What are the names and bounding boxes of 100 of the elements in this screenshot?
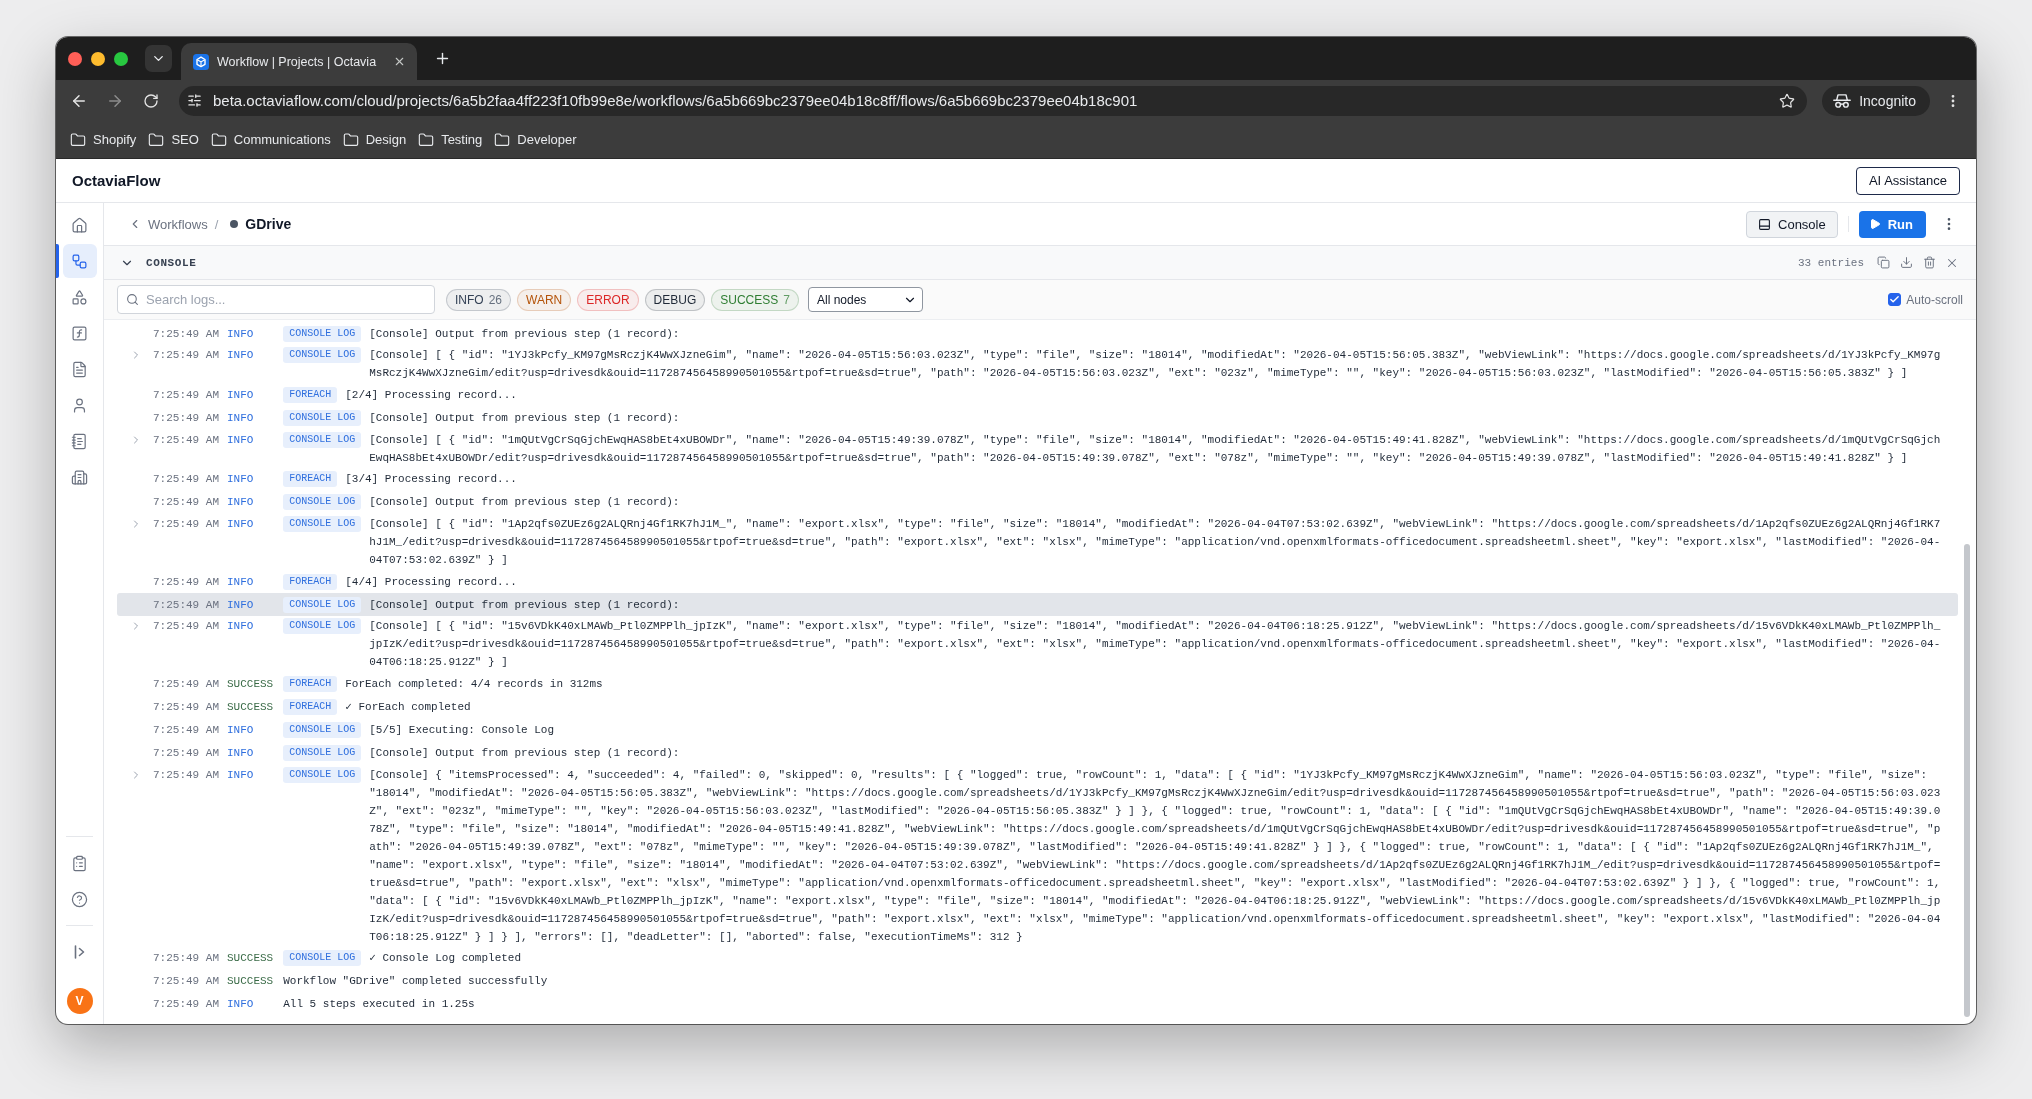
log-time: 7:25:49 AM bbox=[153, 997, 219, 1013]
browser-tab[interactable]: Workflow | Projects | Octavia bbox=[181, 43, 417, 80]
log-message: ✓ ForEach completed bbox=[345, 700, 472, 715]
log-time: 7:25:49 AM bbox=[153, 495, 219, 511]
bookmark-folder[interactable]: Developer bbox=[488, 125, 583, 154]
check-icon bbox=[1889, 294, 1901, 305]
node-tag: CONSOLE LOG bbox=[283, 494, 362, 511]
tab-search-button[interactable] bbox=[145, 45, 172, 72]
cube-logo-icon bbox=[193, 53, 209, 70]
bookmark-folder[interactable]: Communications bbox=[204, 125, 337, 154]
download-icon bbox=[1899, 256, 1913, 269]
entry-count: 33 entries bbox=[1798, 256, 1864, 269]
bookmark-folder[interactable]: SEO bbox=[142, 125, 205, 154]
log-time: 7:25:49 AM bbox=[153, 619, 219, 635]
node-tag: FOREACH bbox=[283, 699, 338, 715]
bookmark-folder[interactable]: Shopify bbox=[64, 125, 143, 154]
log-message: [Console] [ { "id": "1YJ3kPcfy_KM97gMsRczjK4WwXJzneGim", "name": "2026-04-05T15:56:03.023Z", "type": "file", "size": "18014", "modifiedAt": "2026-04-05T15:56:05.383Z", "webViewLink": "https://docs.google.com/spreadsheets/d/1YJ3kPcfy_KM97gMsRczjK4WwXJzneGim/edit?usp=drivesdk&ouid=117287456458990501055&rtpof=true&sd=true", "path": "2026-04-05T15:56:03.023Z", "ext": "023z", "mimeType": "", "key": "2026-04-05T15:56:03.023Z", "lastModified": "2026-04-05T15:56:05.383Z" } ] bbox=[369, 348, 1942, 382]
log-time: 7:25:49 AM bbox=[153, 746, 219, 761]
maximize-window-button[interactable] bbox=[114, 51, 128, 66]
level-filter-chip[interactable]: WARN bbox=[517, 288, 572, 311]
search-field[interactable]: Search logs... bbox=[117, 285, 435, 314]
workflow-title: GDrive bbox=[245, 216, 292, 232]
level-filter-chip[interactable]: INFO 26 bbox=[446, 288, 512, 311]
log-level: INFO bbox=[227, 348, 255, 364]
log-level: SUCCESS bbox=[227, 700, 274, 715]
log-message: [Console] Output from previous step (1 record): bbox=[369, 597, 681, 613]
log-level: SUCCESS bbox=[227, 974, 274, 990]
log-time: 7:25:49 AM bbox=[153, 723, 219, 738]
user-icon bbox=[71, 396, 88, 414]
incognito-button[interactable]: Incognito bbox=[1822, 85, 1930, 116]
log-level: INFO bbox=[227, 597, 255, 613]
node-tag: FOREACH bbox=[283, 386, 338, 403]
log-message: [3/4] Processing record... bbox=[345, 472, 518, 488]
document-icon bbox=[71, 360, 88, 378]
scrollbar-thumb[interactable] bbox=[1964, 544, 1970, 1017]
node-tag: CONSOLE LOG bbox=[283, 950, 362, 967]
auto-scroll-label: Auto-scroll bbox=[1906, 292, 1963, 307]
level-filter-chip[interactable]: DEBUG bbox=[644, 288, 706, 311]
log-level: INFO bbox=[227, 387, 255, 403]
log-level: INFO bbox=[227, 432, 255, 448]
log-time: 7:25:49 AM bbox=[153, 677, 219, 692]
log-message: ForEach completed: 4/4 records in 312ms bbox=[345, 677, 604, 692]
close-window-button[interactable] bbox=[68, 51, 82, 66]
log-level: SUCCESS bbox=[227, 951, 274, 967]
log-time: 7:25:49 AM bbox=[153, 767, 219, 783]
log-message: [4/4] Processing record... bbox=[345, 574, 518, 590]
log-time: 7:25:49 AM bbox=[153, 951, 219, 967]
console-toggle[interactable]: CONSOLE bbox=[120, 255, 197, 270]
node-tag: CONSOLE LOG bbox=[283, 596, 362, 613]
bookmark-folder[interactable]: Testing bbox=[412, 125, 489, 154]
log-message: [5/5] Executing: Console Log bbox=[369, 723, 556, 738]
folder-icon bbox=[210, 131, 227, 148]
node-tag: CONSOLE LOG bbox=[283, 722, 362, 738]
log-level: INFO bbox=[227, 516, 255, 532]
console-button[interactable]: Console bbox=[1746, 210, 1838, 238]
level-filter-chip[interactable]: SUCCESS 7 bbox=[711, 288, 799, 311]
bar-chevron-icon bbox=[73, 945, 86, 959]
log-message: ✓ Console Log completed bbox=[369, 951, 523, 967]
node-tag: CONSOLE LOG bbox=[283, 409, 362, 426]
log-time: 7:25:49 AM bbox=[153, 326, 219, 342]
node-tag: FOREACH bbox=[283, 573, 338, 590]
notebook-icon bbox=[71, 432, 88, 450]
log-time: 7:25:49 AM bbox=[153, 700, 219, 715]
search-icon bbox=[126, 293, 139, 306]
log-level: INFO bbox=[227, 574, 255, 590]
panel-icon bbox=[1758, 217, 1771, 231]
sliders-icon bbox=[187, 93, 202, 108]
address-bar[interactable]: beta.octaviaflow.com/cloud/projects/6a5b2faa4ff223f10fb99e8e/workflows/6a5b669bc2379ee04b18c8ff/flows/6a5b669bc2379ee04b18c901 bbox=[179, 85, 1808, 116]
bookmark-folder[interactable]: Design bbox=[336, 125, 413, 154]
log-time: 7:25:49 AM bbox=[153, 387, 219, 403]
log-level: INFO bbox=[227, 997, 255, 1013]
node-tag: CONSOLE LOG bbox=[283, 745, 362, 761]
star-icon bbox=[1779, 92, 1796, 109]
log-time: 7:25:49 AM bbox=[153, 432, 219, 448]
workflow-icon bbox=[71, 252, 88, 270]
log-level: INFO bbox=[227, 495, 255, 511]
minimize-window-button[interactable] bbox=[91, 51, 105, 66]
play-icon bbox=[1868, 218, 1881, 230]
level-filter-chip[interactable]: ERROR bbox=[577, 288, 639, 311]
log-level: INFO bbox=[227, 326, 255, 342]
folder-icon bbox=[342, 131, 359, 148]
log-level: INFO bbox=[227, 619, 255, 635]
breadcrumb-link[interactable]: Workflows bbox=[128, 216, 208, 232]
log-time: 7:25:49 AM bbox=[153, 974, 219, 990]
building-icon bbox=[71, 468, 88, 486]
home-icon bbox=[71, 216, 88, 234]
log-message: [Console] [ { "id": "1Ap2qfs0ZUEz6g2ALQRnj4Gf1RK7hJ1M_", "name": "export.xlsx", "type": "file", "size": "18014", "modifiedAt": "2026-04-04T07:53:02.639Z", "webViewLink": "https://docs.google.com/spreadsheets/d/1Ap2qfs0ZUEz6g2ALQRnj4Gf1RK7hJ1M_/edit?usp=drivesdk&ouid=117287456458990501055&rtpof=true&sd=true", "path": "export.xlsx", "ext": "xlsx", "mimeType": "application/vnd.openxmlformats-officedocument.spreadsheetml.sheet", "key": "export.xlsx", "lastModified": "2026-04-04T07:53:02.639Z" } ] bbox=[369, 516, 1942, 568]
ai-assistance-button[interactable]: AI Assistance bbox=[1855, 166, 1960, 195]
node-filter-select[interactable]: All nodes bbox=[808, 287, 923, 312]
log-message: All 5 steps executed in 1.25s bbox=[283, 997, 476, 1013]
log-message: Workflow "GDrive" completed successfully bbox=[283, 974, 549, 990]
log-message: [2/4] Processing record... bbox=[345, 387, 518, 403]
log-message: [Console] Output from previous step (1 record): bbox=[369, 326, 681, 342]
log-message: [Console] [ { "id": "15v6VDkK40xLMAWb_Ptl0ZMPPlh_jpIzK", "name": "export.xlsx", "type": "file", "size": "18014", "modifiedAt": "2026-04-04T06:18:25.912Z", "webViewLink": "https://docs.google.com/spreadsheets/d/15v6VDkK40xLMAWb_Ptl0ZMPPlh_jpIzK/edit?usp=drivesdk&ouid=117287456458990501055&rtpof=true&sd=true", "path": "export.xlsx", "ext": "xlsx", "mimeType": "application/vnd.openxmlformats-officedocument.spreadsheetml.sheet", "key": "export.xlsx", "lastModified": "2026-04-04T06:18:25.912Z" } ] bbox=[369, 619, 1942, 671]
run-button[interactable]: Run bbox=[1858, 210, 1926, 238]
auto-scroll-checkbox[interactable] bbox=[1888, 293, 1902, 306]
node-tag: FOREACH bbox=[283, 471, 338, 488]
help-icon bbox=[71, 890, 88, 908]
log-level: SUCCESS bbox=[227, 677, 274, 692]
log-time: 7:25:49 AM bbox=[153, 597, 219, 613]
